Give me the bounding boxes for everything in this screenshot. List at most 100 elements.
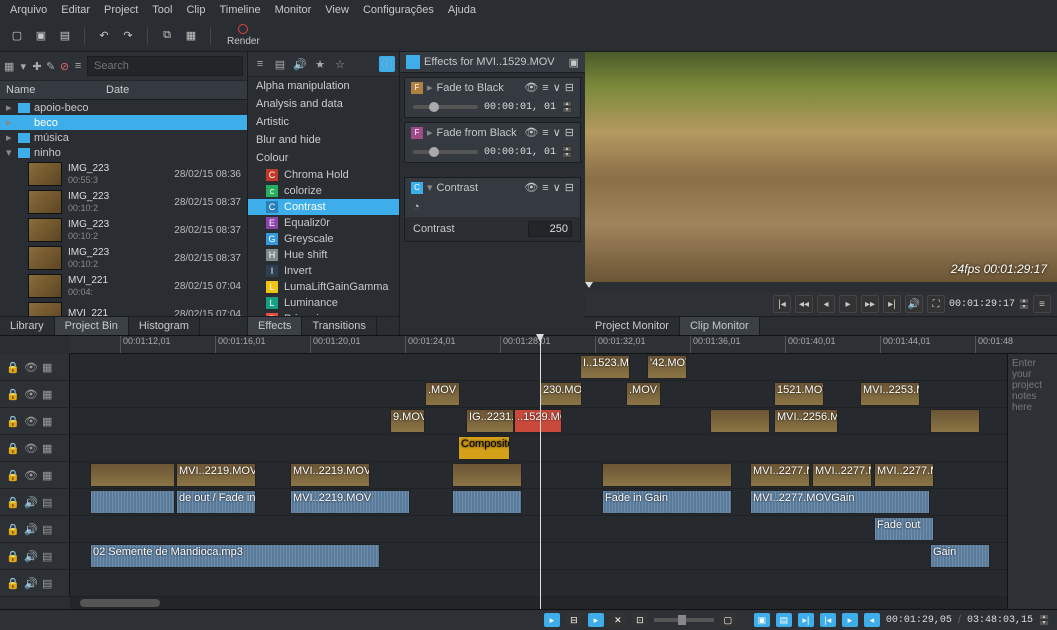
contrast-value-input[interactable] (528, 221, 572, 237)
open-icon[interactable]: ▣ (32, 27, 50, 45)
menu-view[interactable]: View (325, 4, 349, 16)
chevron-icon[interactable]: ∨ (553, 81, 561, 94)
tab-transitions[interactable]: Transitions (302, 317, 376, 335)
timeline-clip[interactable]: I..1523.MOV (580, 355, 630, 379)
track-body[interactable]: MVI..2219.MOVMVI..2219.MOVMVI..2277.MOVM… (70, 462, 1057, 488)
fx-video-icon[interactable]: ▤ (272, 56, 288, 72)
sb-insert[interactable]: ▸| (798, 613, 814, 627)
folder-apoio-beco[interactable]: ▸apoio-beco (0, 100, 247, 115)
menu-project[interactable]: Project (104, 4, 138, 16)
sb-sel1[interactable]: ▣ (754, 613, 770, 627)
effect-item[interactable]: L Luminance (248, 295, 399, 311)
timeline-clip[interactable]: Fade out (874, 517, 934, 541)
lock-icon[interactable]: 🔒 (6, 442, 18, 454)
timeline-clip[interactable] (452, 463, 522, 487)
sb-sel2[interactable]: ▤ (776, 613, 792, 627)
effect-block[interactable]: F ▸ Fade from Black 👁 ≡ ∨ ⊟ 00:00:01, 01… (404, 122, 581, 163)
track-body[interactable]: de out / Fade inMVI..2219.MOVFade in Gai… (70, 489, 1057, 515)
eff-cat[interactable]: Blur and hide (248, 131, 399, 149)
timeline-clip[interactable]: 02 Semente de Mandioca.mp3 (90, 544, 380, 568)
play-icon[interactable]: ▸ (839, 295, 857, 313)
timeline-clip[interactable] (602, 463, 732, 487)
timeline-clip[interactable]: .MOV (626, 382, 661, 406)
mute-icon[interactable]: 🔊 (24, 496, 36, 508)
effect-slider[interactable] (413, 150, 478, 154)
eye-icon[interactable]: 👁 (524, 81, 538, 94)
project-notes[interactable]: Enter your project notes here (1007, 354, 1057, 609)
timeline-clip[interactable] (452, 490, 522, 514)
lock-icon[interactable]: 🔒 (6, 361, 18, 373)
effects-list[interactable]: Alpha manipulation Analysis and data Art… (248, 77, 399, 316)
effect-item[interactable]: E Equaliz0r (248, 215, 399, 231)
fx-menu-icon[interactable]: ≡ (252, 56, 268, 72)
track-type-icon[interactable]: ▦ (42, 442, 54, 454)
timeline-clip[interactable] (90, 463, 175, 487)
zoom-slider[interactable] (654, 618, 714, 622)
sb-btn2[interactable]: ⊟ (566, 613, 582, 627)
timeline-clip[interactable] (710, 409, 770, 433)
hide-icon[interactable]: 👁 (24, 361, 36, 373)
menu-icon[interactable]: ≡ (542, 82, 548, 94)
lock-icon[interactable]: 🔒 (6, 388, 18, 400)
close-icon[interactable]: ⊟ (565, 126, 574, 139)
sb-btn3[interactable]: ▸ (588, 613, 604, 627)
timeline-clip[interactable]: MVI..2253.MOV (860, 382, 920, 406)
menu-clip[interactable]: Clip (186, 4, 205, 16)
mute-icon[interactable]: 🔊 (24, 550, 36, 562)
timeline-clip[interactable]: Fade in Gain (602, 490, 732, 514)
step-back-icon[interactable]: ◂◂ (795, 295, 813, 313)
timeline-clip[interactable]: MVI..2277.MOV (750, 463, 810, 487)
mute-icon[interactable]: 🔊 (24, 577, 36, 589)
effect-item[interactable]: C Contrast (248, 199, 399, 215)
hide-icon[interactable]: 👁 (24, 442, 36, 454)
menu-arquivo[interactable]: Arquivo (10, 4, 47, 16)
status-spinner[interactable]: ▴▾ (1039, 614, 1049, 626)
timeline-clip[interactable]: MVI..2277.MOVGain (750, 490, 930, 514)
monitor-menu-icon[interactable]: ≡ (1033, 295, 1051, 313)
close-icon[interactable]: ⊟ (565, 181, 574, 194)
fx-fav-icon[interactable]: ★ (312, 56, 328, 72)
timeline-clip[interactable]: Composite (458, 436, 510, 460)
track-type-icon[interactable]: ▦ (42, 469, 54, 481)
hide-icon[interactable]: 👁 (24, 415, 36, 427)
keyframe-icon[interactable]: ◔ (413, 201, 420, 213)
bin-edit-icon[interactable]: ✎ (46, 58, 56, 74)
eff-cat[interactable]: Artistic (248, 113, 399, 131)
track-body[interactable]: .MOV230.MOV.MOV1521.MOVMVI..2253.MOV (70, 381, 1057, 407)
eff-cat[interactable]: Colour (248, 149, 399, 167)
track-body[interactable] (70, 570, 1057, 596)
folder-ninho[interactable]: ▾ninho (0, 145, 247, 160)
timeline-clip[interactable]: 1521.MOV (774, 382, 824, 406)
chevron-icon[interactable]: ∨ (553, 126, 561, 139)
effect-item[interactable]: c colorize (248, 183, 399, 199)
lock-icon[interactable]: 🔒 (6, 523, 18, 535)
tab-clip-monitor[interactable]: Clip Monitor (680, 317, 760, 335)
search-input[interactable] (87, 56, 243, 76)
timeline-clip[interactable]: '42.MOV (647, 355, 687, 379)
stack-save-icon[interactable]: ▣ (569, 56, 579, 69)
track-type-icon[interactable]: ▦ (42, 388, 54, 400)
menu-config[interactable]: Configurações (363, 4, 434, 16)
timeline-clip[interactable]: de out / Fade in (176, 490, 256, 514)
effect-item[interactable]: G Greyscale (248, 231, 399, 247)
bin-menu-icon[interactable]: ≡ (73, 58, 83, 74)
tab-project-monitor[interactable]: Project Monitor (585, 317, 680, 335)
tc-spinner[interactable]: ▴▾ (562, 146, 572, 158)
timeline-clip[interactable]: MVI..2256.MOV (774, 409, 838, 433)
tab-library[interactable]: Library (0, 317, 55, 335)
new-icon[interactable]: ▢ (8, 27, 26, 45)
effect-item[interactable]: L LumaLiftGainGamma (248, 279, 399, 295)
lock-icon[interactable]: 🔒 (6, 469, 18, 481)
menu-tool[interactable]: Tool (152, 4, 172, 16)
go-start-icon[interactable]: |◂ (773, 295, 791, 313)
timeline-clip[interactable]: MVI..2277.MOV (874, 463, 934, 487)
col-date[interactable]: Date (106, 84, 129, 96)
timeline-clip[interactable]: 9.MOV (390, 409, 425, 433)
go-end-icon[interactable]: ▸| (883, 295, 901, 313)
lock-icon[interactable]: 🔒 (6, 550, 18, 562)
track-type-icon[interactable]: ▤ (42, 523, 54, 535)
fx-audio-icon[interactable]: 🔊 (292, 56, 308, 72)
track-body[interactable]: 02 Semente de Mandioca.mp3Gain (70, 543, 1057, 569)
sb-sel4[interactable]: ▸ (842, 613, 858, 627)
sb-btn6[interactable]: ▢ (720, 613, 736, 627)
